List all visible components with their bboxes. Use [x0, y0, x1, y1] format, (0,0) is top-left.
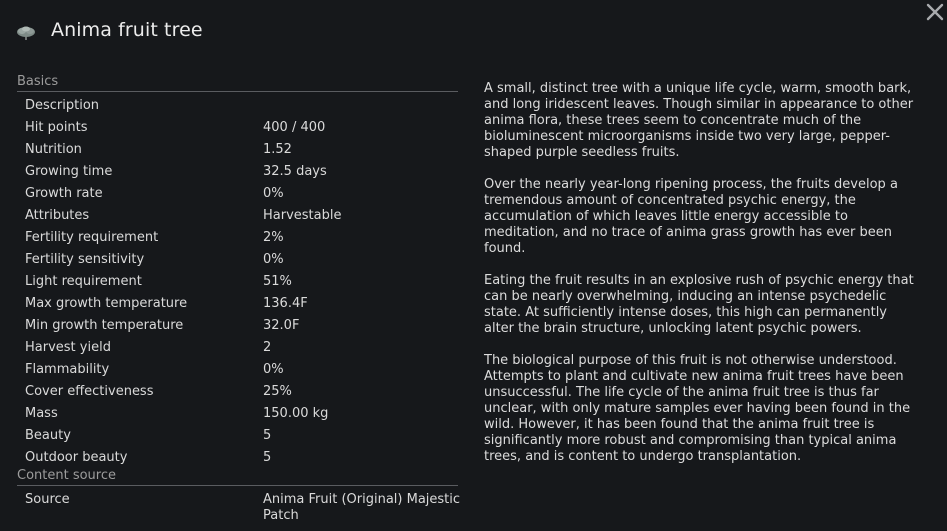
- stat-row-growth-rate[interactable]: Growth rate 0%: [17, 183, 458, 205]
- stat-row-hit-points[interactable]: Hit points 400 / 400: [17, 117, 458, 139]
- stat-value: 2%: [263, 230, 284, 245]
- stat-value: 32.5 days: [263, 164, 327, 179]
- stat-value: 2: [263, 340, 272, 355]
- stat-row-light-requirement[interactable]: Light requirement 51%: [17, 271, 458, 293]
- stat-value: 1.52: [263, 142, 292, 157]
- window-title: Anima fruit tree: [51, 19, 203, 41]
- stat-value: 51%: [263, 274, 292, 289]
- stat-label: Outdoor beauty: [25, 450, 128, 465]
- stat-row-fertility-sensitivity[interactable]: Fertility sensitivity 0%: [17, 249, 458, 271]
- stat-value: Harvestable: [263, 208, 342, 223]
- stat-label: Min growth temperature: [25, 318, 184, 333]
- stat-row-beauty[interactable]: Beauty 5: [17, 425, 458, 447]
- stat-label: Light requirement: [25, 274, 142, 289]
- stat-row-cover-effectiveness[interactable]: Cover effectiveness 25%: [17, 381, 458, 403]
- stat-row-mass[interactable]: Mass 150.00 kg: [17, 403, 458, 425]
- stat-row-nutrition[interactable]: Nutrition 1.52: [17, 139, 458, 161]
- stat-value: 0%: [263, 362, 284, 377]
- description-paragraph: Eating the fruit results in an explosive…: [484, 273, 914, 336]
- stat-label: Growing time: [25, 164, 113, 179]
- stat-label: Description: [25, 98, 100, 113]
- stat-row-flammability[interactable]: Flammability 0%: [17, 359, 458, 381]
- stat-label: Fertility sensitivity: [25, 252, 145, 267]
- section-divider: [17, 485, 458, 486]
- stat-value: 32.0F: [263, 318, 300, 333]
- stat-row-min-growth-temperature[interactable]: Min growth temperature 32.0F: [17, 315, 458, 337]
- description-paragraph: The biological purpose of this fruit is …: [484, 353, 911, 464]
- stat-row-harvest-yield[interactable]: Harvest yield 2: [17, 337, 458, 359]
- stat-value: 400 / 400: [263, 120, 326, 135]
- stat-label: Hit points: [25, 120, 88, 135]
- info-window: Anima fruit tree Basics Description Hit …: [0, 0, 947, 531]
- stat-row-outdoor-beauty[interactable]: Outdoor beauty 5: [17, 447, 458, 469]
- section-divider: [17, 91, 458, 92]
- stat-value: 150.00 kg: [263, 406, 329, 421]
- stat-label: Flammability: [25, 362, 110, 377]
- stat-row-max-growth-temperature[interactable]: Max growth temperature 136.4F: [17, 293, 458, 315]
- stat-value: 25%: [263, 384, 292, 399]
- stat-row-attributes[interactable]: Attributes Harvestable: [17, 205, 458, 227]
- section-label-basics: Basics: [17, 74, 59, 89]
- stat-value: 0%: [263, 186, 284, 201]
- stat-label: Max growth temperature: [25, 296, 188, 311]
- stat-row-source[interactable]: Source Anima Fruit (Original) Majestic P…: [17, 489, 460, 523]
- stat-row-growing-time[interactable]: Growing time 32.5 days: [17, 161, 458, 183]
- stat-row-fertility-requirement[interactable]: Fertility requirement 2%: [17, 227, 458, 249]
- stat-label: Nutrition: [25, 142, 82, 157]
- tree-icon: [15, 25, 37, 41]
- stat-label: Harvest yield: [25, 340, 111, 355]
- stat-label: Mass: [25, 406, 58, 421]
- stat-value: Anima Fruit (Original) Majestic Patch: [263, 492, 461, 523]
- stat-value: 136.4F: [263, 296, 308, 311]
- stat-label: Fertility requirement: [25, 230, 159, 245]
- close-icon[interactable]: [923, 0, 947, 24]
- section-label-content-source: Content source: [17, 468, 117, 483]
- stat-value: 5: [263, 428, 272, 443]
- stat-value: 0%: [263, 252, 284, 267]
- stat-label: Source: [25, 492, 70, 507]
- stat-label: Cover effectiveness: [25, 384, 154, 399]
- stat-label: Growth rate: [25, 186, 103, 201]
- stat-label: Beauty: [25, 428, 71, 443]
- stat-value: 5: [263, 450, 272, 465]
- stats-panel: Basics Description Hit points 400 / 400 …: [17, 74, 460, 523]
- description-paragraph: Over the nearly year-long ripening proce…: [484, 177, 898, 256]
- description-panel: A small, distinct tree with a unique lif…: [484, 81, 916, 481]
- description-paragraph: A small, distinct tree with a unique lif…: [484, 81, 914, 160]
- stat-label: Attributes: [25, 208, 90, 223]
- stat-row-description[interactable]: Description: [17, 95, 458, 117]
- window-header: Anima fruit tree: [0, 0, 947, 64]
